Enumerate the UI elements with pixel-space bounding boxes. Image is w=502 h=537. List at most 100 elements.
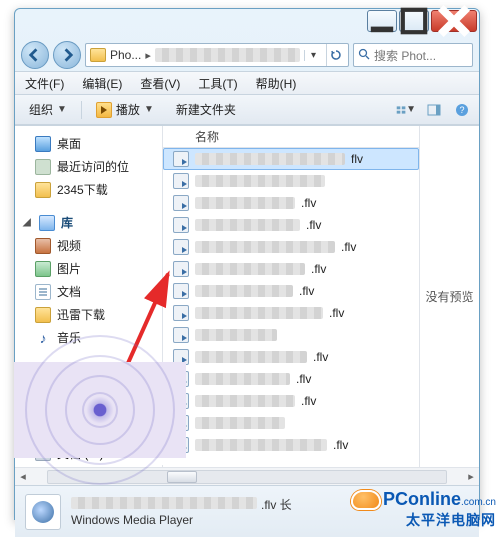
filename-redacted [195,373,290,385]
menu-edit[interactable]: 编辑(E) [74,72,130,95]
cmd-new-folder[interactable]: 新建文件夹 [168,97,244,122]
scroll-right-arrow[interactable]: ▸ [463,470,479,483]
file-row[interactable]: .flv [163,258,419,280]
sidebar-item-2345dl[interactable]: 2345下载 [15,178,162,201]
minimize-button[interactable] [367,10,397,32]
view-mode-button[interactable]: ▼ [395,99,417,121]
play-icon [96,102,112,118]
sidebar-label: 最近访问的位 [57,158,129,175]
flv-file-icon [173,151,189,167]
tld-text: .com.cn [461,497,496,508]
filename-redacted [195,285,293,297]
sidebar-item-videos[interactable]: 视频 [15,234,162,257]
file-row[interactable]: .flv [163,390,419,412]
forward-button[interactable] [53,41,81,69]
flv-file-icon [173,261,189,277]
filename-redacted [195,351,307,363]
ripple-graphic [14,362,186,458]
back-button[interactable] [21,41,49,69]
scroll-thumb[interactable] [167,471,197,483]
flv-file-icon [173,283,189,299]
cmd-play[interactable]: 播放 ▼ [88,97,162,122]
file-row[interactable]: .flv [163,214,419,236]
file-row[interactable]: .flv [163,192,419,214]
expand-icon[interactable]: ◢ [23,217,33,228]
scroll-left-arrow[interactable]: ◂ [15,470,31,483]
breadcrumb-segment[interactable]: Pho... [110,48,141,62]
menu-tools[interactable]: 工具(T) [190,72,245,95]
file-list: 名称 flv .flv .flv .flv .flv .flv .flv .fl… [163,126,419,467]
addr-dropdown[interactable]: ▾ [304,50,322,61]
sidebar-item-recent[interactable]: 最近访问的位 [15,155,162,178]
file-row[interactable]: .flv [163,368,419,390]
filename-redacted [195,153,345,165]
chevron-down-icon: ▼ [144,104,154,115]
file-row[interactable]: flv [163,148,419,170]
brand-text: PConline [383,489,461,509]
brand-subtitle: 太平洋电脑网 [348,510,496,530]
file-row[interactable]: .flv [163,346,419,368]
chevron-down-icon: ▼ [406,104,416,115]
file-ext: .flv [329,306,344,320]
menu-file[interactable]: 文件(F) [17,72,72,95]
flv-file-icon [173,327,189,343]
file-row[interactable] [163,170,419,192]
file-ext: .flv [296,372,311,386]
file-ext: .flv [301,196,316,210]
search-placeholder: 搜索 Phot... [374,47,436,64]
menu-help[interactable]: 帮助(H) [248,72,305,95]
menu-bar: 文件(F) 编辑(E) 查看(V) 工具(T) 帮助(H) [15,71,479,95]
address-bar[interactable]: Pho... ▸ ▾ [85,43,349,67]
picture-icon [35,261,51,277]
separator [81,101,82,119]
file-row[interactable]: .flv [163,434,419,456]
file-ext: .flv [301,394,316,408]
recent-icon [35,159,51,175]
sidebar-label: 视频 [57,237,81,254]
filename-redacted [195,219,300,231]
titlebar [15,9,479,39]
sidebar-libraries[interactable]: ◢库 [15,211,162,234]
document-icon [35,284,51,300]
sidebar-item-xunlei[interactable]: 迅雷下载 [15,303,162,326]
filename-redacted [195,175,325,187]
file-ext: .flv [306,218,321,232]
help-button[interactable]: ? [451,99,473,121]
refresh-button[interactable] [326,44,344,66]
video-icon [35,238,51,254]
filename-redacted [195,329,277,341]
file-row[interactable]: .flv [163,236,419,258]
file-row[interactable]: .flv [163,302,419,324]
breadcrumb-redacted [155,48,300,62]
cmd-organize[interactable]: 组织 ▼ [21,97,75,122]
close-button[interactable] [431,10,477,32]
flv-file-icon [173,239,189,255]
maximize-button[interactable] [399,10,429,32]
file-ext: .flv [299,284,314,298]
folder-icon [35,182,51,198]
folder-icon [90,48,106,62]
address-row: Pho... ▸ ▾ 搜索 Phot... [15,39,479,71]
file-row[interactable] [163,412,419,434]
preview-pane-button[interactable] [423,99,445,121]
music-icon: ♪ [35,330,51,346]
sidebar-label: 库 [61,214,73,231]
pconline-logo-icon [351,490,381,510]
menu-view[interactable]: 查看(V) [132,72,188,95]
chevron-right-icon[interactable]: ▸ [145,49,151,62]
file-ext: flv [351,152,363,166]
sidebar-item-pictures[interactable]: 图片 [15,257,162,280]
search-input[interactable]: 搜索 Phot... [353,43,473,67]
file-ext: .flv [333,438,348,452]
file-row[interactable] [163,324,419,346]
file-row[interactable]: .flv [163,280,419,302]
list-pane: 名称 flv .flv .flv .flv .flv .flv .flv .fl… [163,126,479,467]
column-header-name[interactable]: 名称 [163,126,419,148]
search-icon [358,48,370,63]
sidebar-label: 桌面 [57,135,81,152]
flv-file-icon [173,217,189,233]
sidebar-item-desktop[interactable]: 桌面 [15,132,162,155]
chevron-down-icon: ▼ [57,104,67,115]
sidebar-item-documents[interactable]: 文档 [15,280,162,303]
desktop-icon [35,136,51,152]
